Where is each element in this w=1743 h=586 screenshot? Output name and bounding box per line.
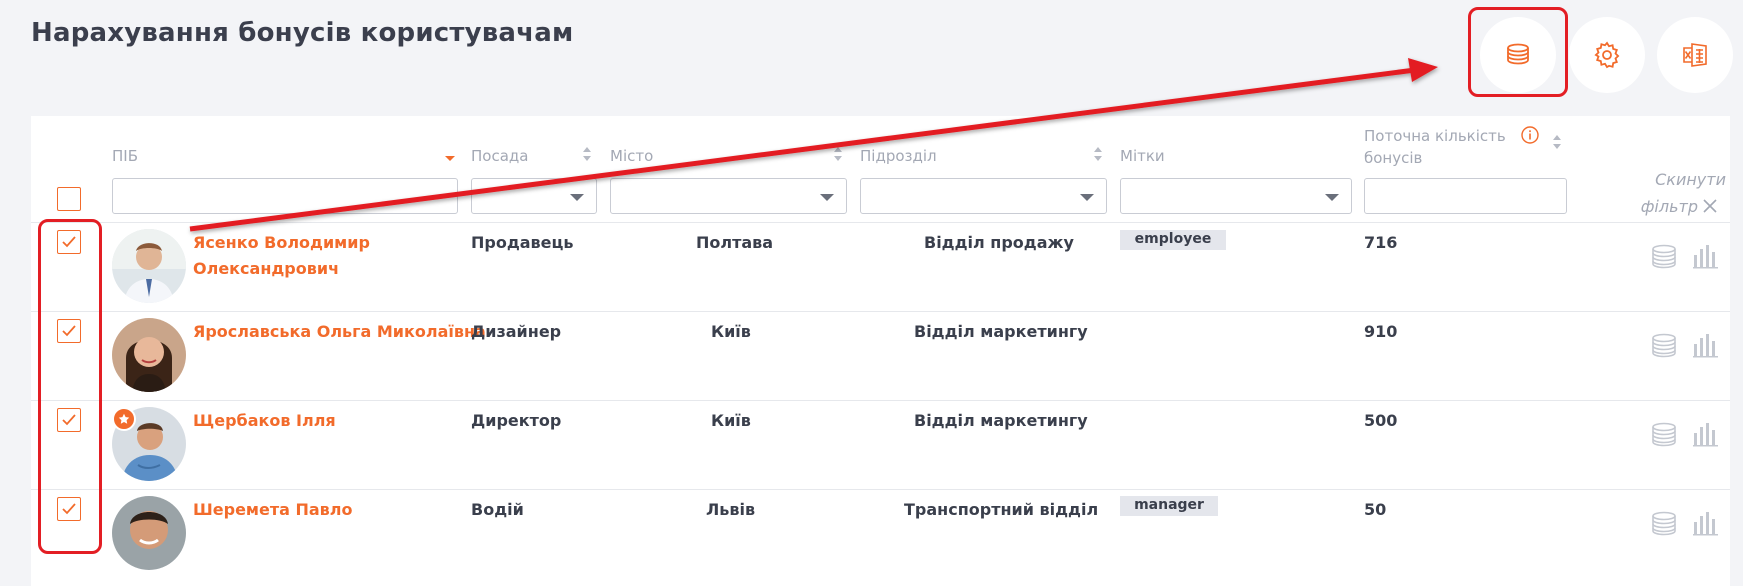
close-icon[interactable]	[1702, 198, 1718, 214]
stats-icon[interactable]	[1693, 421, 1719, 447]
user-name-link[interactable]: Щербаков Ілля	[193, 408, 336, 434]
user-name-line2: Олександрович	[193, 259, 340, 278]
city-filter-select[interactable]	[610, 178, 847, 214]
bonus-filter-input[interactable]	[1364, 178, 1567, 214]
chevron-down-icon	[570, 194, 584, 201]
chevron-down-icon	[820, 194, 834, 201]
tags-filter-select[interactable]	[1120, 178, 1352, 214]
sort-icon[interactable]	[833, 146, 843, 162]
sort-icon[interactable]	[582, 146, 592, 162]
excel-icon	[1683, 43, 1707, 67]
checkbox-column-highlight	[38, 219, 102, 554]
user-name-line1: Шеремета Павло	[193, 500, 353, 519]
tag-badge: employee	[1120, 230, 1226, 250]
position-cell: Дизайнер	[471, 322, 562, 341]
column-header-bonus-line1: Поточна кількість	[1364, 127, 1506, 145]
city-cell: Львів	[706, 500, 756, 519]
user-name-link[interactable]: Ярославська Ольга Миколаївна	[193, 319, 486, 345]
accrue-bonus-row-icon[interactable]	[1650, 333, 1678, 359]
gear-icon	[1594, 41, 1620, 69]
accrue-bonus-row-icon[interactable]	[1650, 244, 1678, 270]
column-header-city[interactable]: Місто	[610, 147, 653, 165]
department-cell: Відділ маркетингу	[914, 411, 1088, 430]
export-excel-button[interactable]	[1657, 17, 1733, 93]
row-divider	[31, 222, 1730, 223]
chevron-down-icon	[1325, 194, 1339, 201]
row-divider	[31, 311, 1730, 312]
accrue-bonus-row-icon[interactable]	[1650, 422, 1678, 448]
city-cell: Київ	[711, 411, 751, 430]
department-cell: Відділ продажу	[924, 233, 1074, 252]
user-name-line1: Ярославська Ольга Миколаївна	[193, 322, 486, 341]
column-header-bonus[interactable]: Поточна кількість бонусів	[1364, 125, 1506, 169]
column-header-bonus-line2: бонусів	[1364, 149, 1423, 167]
position-filter-select[interactable]	[471, 178, 597, 214]
column-header-position[interactable]: Посада	[471, 147, 528, 165]
bonus-cell: 50	[1364, 500, 1387, 519]
avatar	[112, 229, 186, 303]
position-cell: Продавець	[471, 233, 574, 252]
info-icon[interactable]	[1521, 126, 1539, 144]
sort-icon[interactable]	[1093, 146, 1103, 162]
bonus-cell: 910	[1364, 322, 1398, 341]
accrue-button-highlight	[1468, 7, 1568, 97]
bonus-cell: 716	[1364, 233, 1398, 252]
user-name-link[interactable]: Ясенко Володимир Олександрович	[193, 230, 370, 282]
department-cell: Транспортний відділ	[904, 500, 1099, 519]
star-icon	[112, 407, 136, 431]
reset-filter-line1: Скинути	[1655, 170, 1726, 189]
select-all-checkbox[interactable]	[57, 187, 81, 211]
user-name-line1: Щербаков Ілля	[193, 411, 336, 430]
city-cell: Полтава	[696, 233, 774, 252]
user-name-line1: Ясенко Володимир	[193, 233, 370, 252]
accrue-bonus-row-icon[interactable]	[1650, 511, 1678, 537]
avatar	[112, 318, 186, 392]
department-cell: Відділ маркетингу	[914, 322, 1088, 341]
column-header-name[interactable]: ПІБ	[112, 147, 138, 165]
tag-badge: manager	[1120, 496, 1218, 516]
sort-desc-icon[interactable]	[445, 150, 455, 166]
settings-button[interactable]	[1569, 17, 1645, 93]
city-cell: Київ	[711, 322, 751, 341]
stats-icon[interactable]	[1693, 243, 1719, 269]
row-divider	[31, 400, 1730, 401]
position-cell: Водій	[471, 500, 524, 519]
stats-icon[interactable]	[1693, 510, 1719, 536]
department-filter-select[interactable]	[860, 178, 1107, 214]
column-header-tags: Мітки	[1120, 147, 1165, 165]
sort-icon[interactable]	[1552, 134, 1562, 150]
chevron-down-icon	[1080, 194, 1094, 201]
page-title: Нарахування бонусів користувачам	[31, 18, 574, 48]
stats-icon[interactable]	[1693, 332, 1719, 358]
column-header-department[interactable]: Підрозділ	[860, 147, 937, 165]
avatar	[112, 496, 186, 570]
bonus-cell: 500	[1364, 411, 1398, 430]
user-name-link[interactable]: Шеремета Павло	[193, 497, 353, 523]
name-filter-input[interactable]	[112, 178, 458, 214]
position-cell: Директор	[471, 411, 562, 430]
row-divider	[31, 489, 1730, 490]
